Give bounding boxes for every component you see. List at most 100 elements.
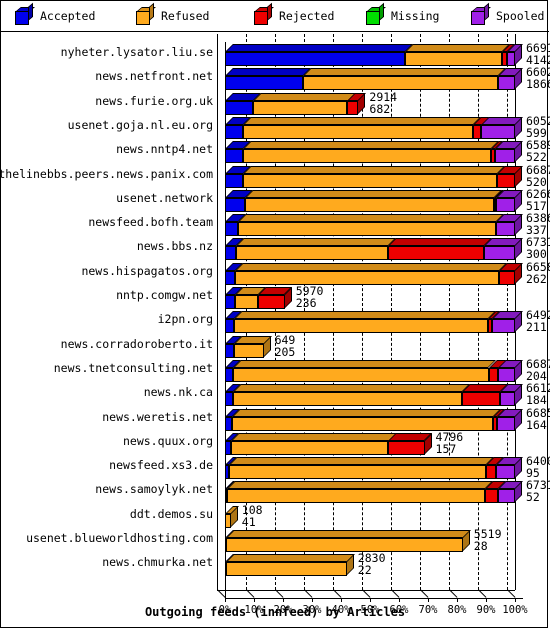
bar-segment-refused[interactable] bbox=[230, 440, 389, 455]
bar-segment-refused[interactable] bbox=[238, 222, 497, 237]
bar-segment-accepted[interactable] bbox=[225, 270, 236, 285]
bar-segment-refused[interactable] bbox=[226, 538, 463, 552]
bar-segment-top bbox=[404, 44, 510, 52]
bar-segment-rejected[interactable] bbox=[496, 173, 515, 188]
bar-segment-refused[interactable] bbox=[245, 197, 494, 212]
bar-segment-spooled[interactable] bbox=[499, 392, 515, 407]
bar-segment-spooled[interactable] bbox=[494, 149, 515, 164]
bar-segment-top bbox=[242, 141, 499, 150]
cube-icon bbox=[15, 2, 35, 25]
bar-segment-rejected[interactable] bbox=[347, 100, 359, 115]
bar-segment-accepted[interactable] bbox=[225, 76, 304, 91]
bar-segment-refused[interactable] bbox=[226, 562, 347, 577]
bar-segment-accepted[interactable] bbox=[225, 124, 243, 139]
bar-segment-top bbox=[233, 384, 471, 393]
chart-axis-title: Outgoing feeds (innfeed) by Articles bbox=[144, 605, 406, 619]
bar-segment-spooled[interactable] bbox=[492, 319, 515, 334]
bar-segment-refused[interactable] bbox=[227, 489, 486, 504]
bar-row: 4796 157 bbox=[1, 429, 549, 455]
bar-segment-refused[interactable] bbox=[225, 513, 231, 528]
legend-item-refused: Refused bbox=[136, 1, 209, 31]
bar-segment-accepted[interactable] bbox=[225, 173, 243, 188]
bar-segment-accepted[interactable] bbox=[225, 295, 236, 309]
bar-value-secondary: 517 bbox=[526, 198, 547, 213]
bar-value-total: 2914 bbox=[369, 89, 398, 104]
bar-segment-rejected[interactable] bbox=[472, 124, 482, 139]
bar-segment-spooled[interactable] bbox=[498, 367, 515, 382]
bar-segment-accepted[interactable] bbox=[225, 222, 239, 237]
bar-segment-spooled[interactable] bbox=[497, 76, 515, 91]
bar-segment-refused[interactable] bbox=[229, 465, 486, 480]
bar-segment-rejected[interactable] bbox=[258, 295, 285, 309]
bar-row: 640095 bbox=[1, 455, 550, 480]
bar-row: 6658262 bbox=[1, 261, 550, 286]
bar-segment-rejected[interactable] bbox=[488, 367, 499, 382]
bar-segment-rejected[interactable] bbox=[387, 246, 484, 261]
bar-segment-accepted[interactable] bbox=[225, 367, 234, 382]
bar-segment-rejected[interactable] bbox=[462, 392, 500, 407]
bar-segment-refused[interactable] bbox=[303, 76, 498, 91]
legend-label: Missing bbox=[391, 9, 440, 23]
bar-segment-refused[interactable] bbox=[233, 392, 463, 407]
bar-value-secondary: 262 bbox=[526, 271, 547, 286]
bar-row: 6052599 bbox=[1, 115, 550, 139]
x-axis-line-front bbox=[225, 598, 523, 599]
bar-value-secondary: 205 bbox=[274, 344, 296, 359]
bar-segment-accepted[interactable] bbox=[225, 197, 246, 212]
bar-segment-refused[interactable] bbox=[233, 343, 264, 358]
bar-segment-top bbox=[242, 165, 505, 174]
bar-segment-refused[interactable] bbox=[242, 149, 491, 164]
bar-segment-top bbox=[230, 432, 397, 441]
bar-segment-top bbox=[242, 116, 481, 125]
bar-segment-spooled[interactable] bbox=[481, 124, 515, 139]
bar-segment-rejected[interactable] bbox=[388, 440, 425, 455]
bar-segment-accepted[interactable] bbox=[225, 319, 234, 334]
x-tick bbox=[283, 598, 284, 602]
bar-row: 6266517 bbox=[1, 188, 550, 213]
bar-segment-top bbox=[227, 481, 494, 490]
bar-segment-refused[interactable] bbox=[242, 124, 473, 139]
bar-segment-refused[interactable] bbox=[252, 100, 348, 115]
bar-row: 66021866 bbox=[1, 66, 550, 91]
bar-segment-accepted[interactable] bbox=[225, 100, 253, 115]
bar-segment-top bbox=[235, 262, 508, 271]
bar-value-secondary: 337 bbox=[526, 223, 547, 238]
bar-row: 108 41 bbox=[1, 504, 549, 528]
bar-row: 649 205 bbox=[1, 334, 549, 359]
cube-icon bbox=[471, 2, 491, 25]
bar-value-total: 4796 bbox=[435, 429, 464, 444]
bar-segment-spooled[interactable] bbox=[495, 197, 515, 212]
bar-segment-spooled[interactable] bbox=[483, 246, 515, 261]
bar-segment-spooled[interactable] bbox=[506, 52, 515, 66]
bar-segment-spooled[interactable] bbox=[498, 489, 515, 504]
bar-segment-rejected[interactable] bbox=[485, 465, 496, 480]
bar-segment-refused[interactable] bbox=[235, 270, 500, 285]
bar-segment-refused[interactable] bbox=[235, 295, 259, 309]
bar-segment-refused[interactable] bbox=[232, 416, 494, 431]
x-tick bbox=[225, 598, 226, 602]
x-tick bbox=[486, 598, 487, 602]
legend-label: Rejected bbox=[279, 9, 335, 23]
bar-row: 66914142 bbox=[1, 42, 550, 66]
bar-segment-spooled[interactable] bbox=[496, 222, 515, 237]
bar-segment-rejected[interactable] bbox=[485, 489, 499, 504]
legend-item-accepted: Accepted bbox=[15, 1, 95, 31]
bar-segment-accepted[interactable] bbox=[225, 416, 233, 431]
bar-segment-top bbox=[252, 92, 356, 101]
bar-segment-spooled[interactable] bbox=[495, 465, 515, 480]
bar-value-total: 6685 bbox=[526, 405, 550, 420]
bar-segment-accepted[interactable] bbox=[225, 52, 405, 66]
bar-segment-refused[interactable] bbox=[236, 246, 388, 261]
bar-segment-accepted[interactable] bbox=[225, 343, 234, 358]
bar-value-secondary: 22 bbox=[357, 563, 372, 578]
bar-segment-spooled[interactable] bbox=[497, 416, 515, 431]
bar-segment-refused[interactable] bbox=[233, 367, 489, 382]
bar-segment-refused[interactable] bbox=[242, 173, 497, 188]
bar-segment-refused[interactable] bbox=[233, 319, 489, 334]
bar-segment-accepted[interactable] bbox=[225, 246, 237, 261]
bar-segment-rejected[interactable] bbox=[499, 270, 515, 285]
bar-segment-refused[interactable] bbox=[404, 52, 502, 66]
bar-row: 673152 bbox=[1, 479, 550, 504]
bar-segment-accepted[interactable] bbox=[225, 149, 243, 164]
bar-segment-accepted[interactable] bbox=[225, 392, 234, 407]
